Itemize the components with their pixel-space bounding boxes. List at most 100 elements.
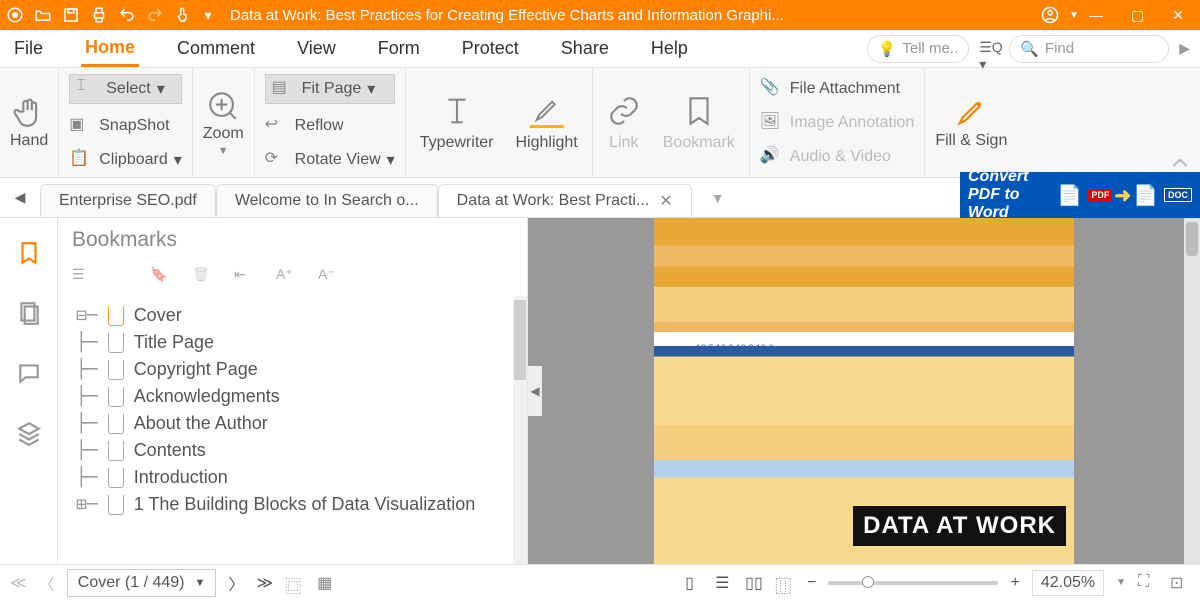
zoom-slider[interactable] <box>828 581 998 585</box>
page-cover-title: DATA AT WORK <box>853 506 1066 546</box>
doc-tab-0-label: Enterprise SEO.pdf <box>59 192 197 210</box>
save-icon[interactable] <box>62 6 80 24</box>
bm-textlarger-icon[interactable]: A⁺ <box>276 266 296 286</box>
rail-comments-icon[interactable] <box>16 360 42 386</box>
zoom-value[interactable]: 42.05% <box>1032 570 1104 596</box>
undo-icon[interactable] <box>118 6 136 24</box>
tab-share[interactable]: Share <box>557 32 613 65</box>
viewer-scrollbar[interactable] <box>1184 218 1200 564</box>
zoom-tool[interactable]: Zoom▼ <box>193 68 255 177</box>
user-icon[interactable] <box>1041 6 1059 24</box>
image-annotation-tool[interactable]: 🖼Image Annotation <box>760 111 915 135</box>
minimize-button[interactable]: — <box>1089 7 1103 24</box>
bookmark-item[interactable]: ├─Contents <box>76 437 521 464</box>
bookmark-item[interactable]: ├─Acknowledgments <box>76 383 521 410</box>
scrollbar-thumb[interactable] <box>514 300 526 380</box>
hand-icon <box>12 96 46 130</box>
page-selector[interactable]: Cover (1 / 449)▼ <box>67 569 217 597</box>
bm-add-icon[interactable]: 🔖 <box>150 266 170 286</box>
fitpage-tool[interactable]: ▤Fit Page ▾ <box>265 74 395 104</box>
touch-icon[interactable] <box>174 6 192 24</box>
bm-expand-icon[interactable]: ☰ <box>72 266 92 286</box>
fullscreen-icon[interactable]: ⛶ <box>1138 573 1158 593</box>
tab-file[interactable]: File <box>10 32 47 65</box>
read-mode-icon[interactable]: ⊡ <box>1170 573 1190 593</box>
bm-del-icon[interactable]: 🗑 <box>192 266 212 286</box>
tab-view[interactable]: View <box>293 32 340 65</box>
close-tab-icon[interactable]: ✕ <box>659 191 672 211</box>
audio-video-tool[interactable]: 🔊Audio & Video <box>760 145 915 169</box>
select-tool[interactable]: ⌶Select ▾ <box>69 74 182 104</box>
bookmark-item[interactable]: ├─Title Page <box>76 329 521 356</box>
collapse-pane-icon[interactable]: ◀ <box>528 366 542 416</box>
continuous-facing-icon[interactable]: ⿲ <box>775 573 795 593</box>
page-dropdown-icon[interactable]: ▼ <box>194 577 205 589</box>
find-next-icon[interactable]: ▶ <box>1179 40 1190 57</box>
qat-dropdown-icon[interactable]: ▾ <box>202 6 214 24</box>
print-icon[interactable] <box>90 6 108 24</box>
tab-home[interactable]: Home <box>81 31 139 67</box>
doc-tab-0[interactable]: Enterprise SEO.pdf <box>40 184 216 217</box>
zoom-dropdown-icon[interactable]: ▼ <box>1116 577 1126 588</box>
rotate-tool[interactable]: ⟳Rotate View ▾ <box>265 148 395 172</box>
close-button[interactable]: ✕ <box>1172 7 1184 24</box>
bookmark-item[interactable]: ⊟─Cover <box>76 302 521 329</box>
first-page-icon[interactable]: ≪ <box>10 573 27 593</box>
typewriter-tool[interactable]: Typewriter <box>420 94 494 152</box>
page-viewer[interactable]: ◀ 18.5 18.9 19.3 19.6 DATA AT WORK <box>528 218 1200 564</box>
last-page-icon[interactable]: ≫ <box>256 573 273 593</box>
hand-tool[interactable]: Hand <box>0 68 59 177</box>
zoom-knob[interactable] <box>862 576 874 588</box>
facing-icon[interactable]: ▯▯ <box>745 573 765 593</box>
menu-tabs: File Home Comment View Form Protect Shar… <box>0 30 1200 68</box>
fill-sign-tool[interactable]: Fill & Sign <box>925 68 1017 177</box>
rail-layers-icon[interactable] <box>16 420 42 446</box>
rail-bookmarks-icon[interactable] <box>16 240 42 266</box>
bookmark-tool[interactable]: Bookmark <box>663 94 735 152</box>
doc-tab-1[interactable]: Welcome to In Search o... <box>216 184 438 217</box>
tell-me-search[interactable]: 💡Tell me.. <box>867 35 970 63</box>
tab-comment[interactable]: Comment <box>173 32 259 65</box>
clipboard-tool[interactable]: 📋Clipboard ▾ <box>69 148 182 172</box>
collapse-ribbon-icon[interactable] <box>1170 156 1190 173</box>
open-icon[interactable] <box>34 6 52 24</box>
file-attachment-tool[interactable]: 📎File Attachment <box>760 77 915 101</box>
bookmarks-scrollbar[interactable] <box>513 296 527 564</box>
next-page-icon[interactable]: 〉 <box>228 571 244 595</box>
search-options-icon[interactable]: ☰Q ▾ <box>979 39 999 59</box>
tab-next-icon[interactable]: ▼ <box>698 178 738 217</box>
tab-form[interactable]: Form <box>374 32 424 65</box>
single-page-icon[interactable]: ▯ <box>685 573 705 593</box>
continuous-icon[interactable]: ☰ <box>715 573 735 593</box>
bm-prev-icon[interactable]: ⇤ <box>234 266 254 286</box>
scrollbar-thumb[interactable] <box>1186 222 1198 256</box>
ad-banner[interactable]: ConvertPDF to Word 📄PDF ➜ 📄DOC <box>960 172 1200 218</box>
bookmark-item[interactable]: ├─Copyright Page <box>76 356 521 383</box>
thumbnails-icon[interactable]: ▦ <box>317 573 337 593</box>
fitpage-label: Fit Page <box>302 80 362 98</box>
bookmark-item[interactable]: ├─Introduction <box>76 464 521 491</box>
prev-page-icon[interactable]: 〈 <box>39 571 55 595</box>
reflow-tool[interactable]: ↩Reflow <box>265 114 395 138</box>
search-icon: 🔍 <box>1020 40 1039 58</box>
tab-prev-icon[interactable]: ◀ <box>0 178 40 217</box>
snapshot-tool[interactable]: ▣SnapShot <box>69 114 182 138</box>
rail-pages-icon[interactable] <box>16 300 42 326</box>
zoom-in-icon[interactable]: + <box>1010 574 1019 592</box>
bookmark-item[interactable]: ├─About the Author <box>76 410 521 437</box>
outline-icon[interactable]: ⿴ <box>285 573 305 593</box>
tab-help[interactable]: Help <box>647 32 692 65</box>
user-dropdown-icon[interactable]: ▼ <box>1069 10 1079 21</box>
bookmark-item[interactable]: ⊞─1 The Building Blocks of Data Visualiz… <box>76 491 521 518</box>
tab-protect[interactable]: Protect <box>458 32 523 65</box>
bookmark-icon <box>108 333 124 353</box>
zoom-out-icon[interactable]: − <box>807 574 816 592</box>
doc-tab-2[interactable]: Data at Work: Best Practi...✕ <box>438 184 692 217</box>
link-tool[interactable]: Link <box>607 94 641 152</box>
audio-video-label: Audio & Video <box>790 148 891 166</box>
highlight-tool[interactable]: Highlight <box>515 94 577 152</box>
find-search[interactable]: 🔍Find <box>1009 35 1169 63</box>
bm-textsmaller-icon[interactable]: A⁻ <box>318 266 338 286</box>
maximize-button[interactable]: ▢ <box>1131 7 1144 24</box>
redo-icon[interactable] <box>146 6 164 24</box>
